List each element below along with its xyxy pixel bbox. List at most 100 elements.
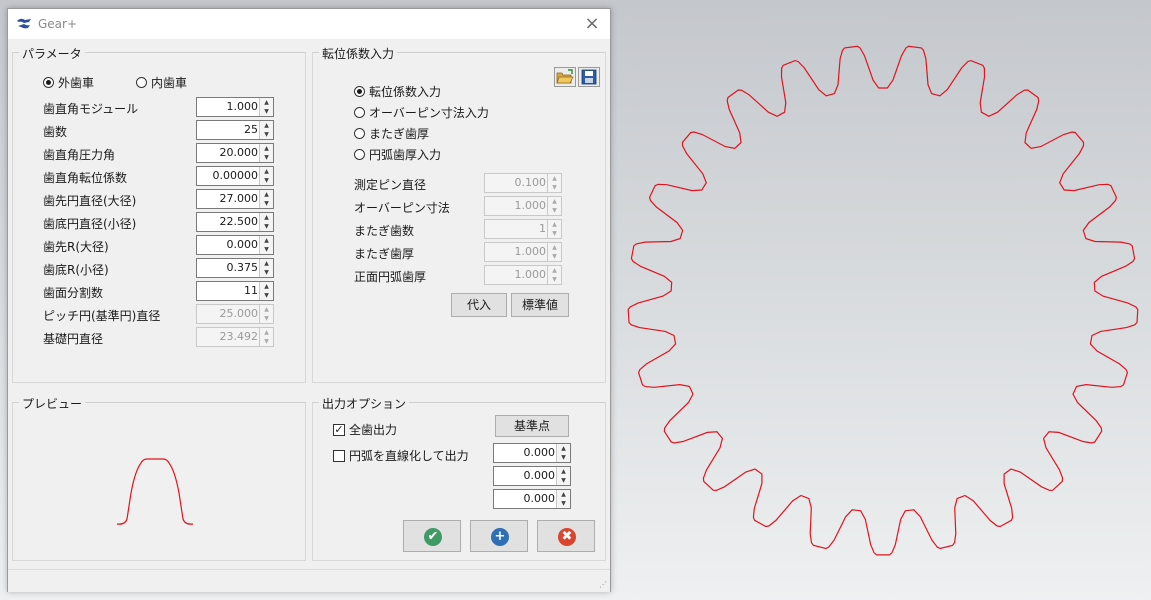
param-input[interactable]: 25 ▲ ▼ [196,120,274,140]
title-bar: Gear+ × [8,9,610,39]
shift-value-input-value: 1.000 [514,199,547,212]
shift-value-input-value: 1 [539,222,546,235]
shift-value-label: 測定ピン直径 [354,178,427,192]
shift-value-input: 1.000 ▲ ▼ [484,242,562,262]
param-label: 歯先R(大径) [43,240,109,254]
spinner-arrows-icon[interactable]: ▲ ▼ [556,444,570,462]
shift-value-input: 1 ▲ ▼ [484,219,562,239]
shift-mode-radio-dot [354,107,365,118]
shift-value-input: 1.000 ▲ ▼ [484,196,562,216]
shift-mode-radio-dot [354,149,365,160]
param-label: 基礎円直径 [43,332,104,346]
spinner-arrows-icon: ▲ ▼ [259,305,273,323]
spinner-arrows-icon[interactable]: ▲ ▼ [259,213,273,231]
base-point-coordinate-input[interactable]: 0.000 ▲ ▼ [493,466,571,486]
param-input: 23.492 ▲ ▼ [196,327,274,347]
param-input[interactable]: 11 ▲ ▼ [196,281,274,301]
shift-value-input: 0.100 ▲ ▼ [484,173,562,193]
gear-app-icon [17,18,31,29]
spinner-arrows-icon[interactable]: ▲ ▼ [259,236,273,254]
x-circle-icon: ✖ [558,528,576,546]
spinner-arrows-icon: ▲ ▼ [547,197,561,215]
preview-group: プレビュー [12,395,306,561]
param-input-value: 20.000 [219,146,259,159]
base-point-coordinate-input-value: 0.000 [523,446,556,459]
spinner-arrows-icon[interactable]: ▲ ▼ [259,98,273,116]
spinner-arrows-icon[interactable]: ▲ ▼ [556,467,570,485]
internal-gear-label: 内歯車 [151,76,188,90]
status-bar: ⋰ [8,569,610,592]
param-input[interactable]: 20.000 ▲ ▼ [196,143,274,163]
shift-mode-radio-dot [354,128,365,139]
param-input[interactable]: 0.000 ▲ ▼ [196,235,274,255]
external-gear-radio[interactable]: 外歯車 [43,74,94,91]
resize-grip-icon[interactable]: ⋰ [599,580,607,589]
save-button[interactable] [578,67,600,87]
spinner-arrows-icon[interactable]: ▲ ▼ [259,282,273,300]
shift-mode-radio[interactable]: またぎ歯厚 [354,125,429,142]
spinner-arrows-icon: ▲ ▼ [547,220,561,238]
param-input-value: 0.375 [226,261,259,274]
param-input[interactable]: 22.500 ▲ ▼ [196,212,274,232]
param-input-value: 0.00000 [212,169,259,182]
param-input[interactable]: 27.000 ▲ ▼ [196,189,274,209]
cancel-button[interactable]: ✖ [537,520,595,552]
base-point-coordinate-input[interactable]: 0.000 ▲ ▼ [493,443,571,463]
param-label: 歯直角転位係数 [43,171,128,185]
spinner-arrows-icon: ▲ ▼ [547,266,561,284]
shift-value-input-value: 0.100 [514,176,547,189]
spinner-arrows-icon: ▲ ▼ [547,243,561,261]
shift-group-label: 転位係数入力 [319,45,398,62]
output-options-group: 出力オプション ✓ 全歯出力 円弧を直線化して出力 基準点 0.000 ▲ ▼ 0… [312,395,606,561]
add-button[interactable]: + [470,520,528,552]
shift-mode-radio[interactable]: オーバーピン寸法入力 [354,104,489,121]
param-input[interactable]: 1.000 ▲ ▼ [196,97,274,117]
spinner-arrows-icon[interactable]: ▲ ▼ [259,144,273,162]
param-input-value: 0.000 [226,238,259,251]
base-point-coordinate-input[interactable]: 0.000 ▲ ▼ [493,489,571,509]
shift-value-label: またぎ歯厚 [354,247,415,261]
param-input-value: 23.492 [219,330,259,343]
shift-mode-label: 円弧歯厚入力 [369,148,442,162]
ok-button[interactable]: ✔ [403,520,461,552]
spinner-arrows-icon[interactable]: ▲ ▼ [556,490,570,508]
shift-mode-label: またぎ歯厚 [369,127,430,141]
shift-value-label: またぎ歯数 [354,224,415,238]
param-input[interactable]: 0.375 ▲ ▼ [196,258,274,278]
param-label: 歯数 [43,125,68,139]
spinner-arrows-icon: ▲ ▼ [547,174,561,192]
base-point-button[interactable]: 基準点 [495,415,569,437]
param-input-value: 22.500 [219,215,259,228]
open-file-button[interactable] [554,67,576,87]
gear-outline-path [627,45,1139,556]
param-input-value: 11 [244,284,258,297]
shift-mode-radio[interactable]: 円弧歯厚入力 [354,146,441,163]
all-teeth-checkbox-box: ✓ [333,422,345,436]
spinner-arrows-icon[interactable]: ▲ ▼ [259,121,273,139]
param-input-value: 1.000 [226,100,259,113]
save-disk-icon [581,69,597,85]
param-input[interactable]: 0.00000 ▲ ▼ [196,166,274,186]
internal-gear-radio-dot [136,77,147,88]
param-label: 歯直角モジュール [43,102,139,116]
output-group-label: 出力オプション [319,395,410,412]
spinner-arrows-icon[interactable]: ▲ ▼ [259,259,273,277]
linearize-checkbox-box [333,449,345,462]
substitute-button[interactable]: 代入 [451,293,507,317]
window-title: Gear+ [38,17,78,31]
spinner-arrows-icon[interactable]: ▲ ▼ [259,190,273,208]
tooth-preview-drawing [116,458,194,525]
parameters-group-label: パラメータ [19,45,85,62]
all-teeth-checkbox[interactable]: ✓ 全歯出力 [333,421,397,438]
shift-coefficient-group: 転位係数入力 転位係数入力 オーバーピン寸法入力 またぎ歯厚 円弧歯厚入力 測定… [312,45,606,383]
shift-value-label: オーバーピン寸法 [354,201,450,215]
linearize-arcs-checkbox[interactable]: 円弧を直線化して出力 [333,447,469,464]
shift-mode-radio[interactable]: 転位係数入力 [354,83,441,100]
tooth-preview-path [116,458,194,525]
close-icon[interactable]: × [580,13,604,35]
spinner-arrows-icon[interactable]: ▲ ▼ [259,167,273,185]
internal-gear-radio[interactable]: 内歯車 [136,74,187,91]
standard-value-button[interactable]: 標準値 [511,293,569,317]
folder-open-icon [556,69,574,84]
param-input-value: 25.000 [219,307,259,320]
